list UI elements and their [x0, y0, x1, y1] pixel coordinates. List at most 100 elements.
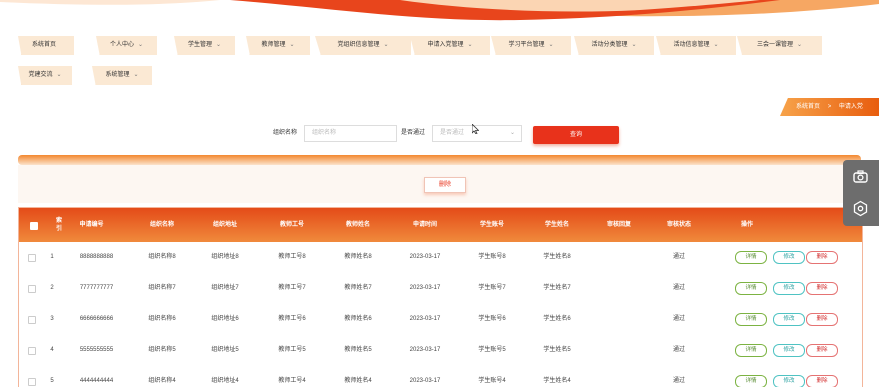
detail-button[interactable]: 详情: [735, 251, 767, 264]
cell-s-no: 学生账号5: [478, 347, 506, 353]
nav-item[interactable]: 系统首页: [18, 36, 74, 55]
nav-item[interactable]: 申请入党管理 ⌄: [410, 36, 490, 55]
data-table: 索 引 申请编号 组织名称 组织地址 教师工号 教师姓名 申请时间 学生账号 学…: [18, 207, 863, 387]
cell-org-name: 组织名称5: [148, 347, 176, 353]
cell-review: [589, 242, 649, 273]
nav-item[interactable]: 教师管理 ⌄: [246, 36, 310, 55]
cell-apply-no: 5555555555: [79, 347, 114, 353]
org-name-label: 组织名称: [273, 130, 298, 136]
delete-button[interactable]: 删除: [806, 344, 838, 357]
cell-s-no: 学生账号6: [478, 316, 506, 322]
nav-item-label: 学习平台管理: [508, 42, 545, 48]
cell-review: [589, 304, 649, 335]
nav-item[interactable]: 系统管理 ⌄: [92, 66, 152, 85]
nav-item-label: 党建交流: [28, 72, 53, 78]
delete-button[interactable]: 删除: [806, 313, 838, 326]
nav-item-label: 三会一课管理: [756, 42, 793, 48]
cell-t-no: 教师工号7: [278, 285, 306, 291]
chevron-down-icon: ⌄: [713, 42, 719, 48]
nav-item[interactable]: 党建交流 ⌄: [18, 66, 72, 85]
nav-item[interactable]: 学习平台管理 ⌄: [491, 36, 571, 55]
location-icon[interactable]: [852, 200, 869, 217]
chevron-down-icon: ⌄: [631, 42, 637, 48]
nav-item-label: 系统管理: [105, 72, 130, 78]
header-apply-no: 申请编号: [79, 222, 104, 228]
cell-s-name: 学生姓名7: [543, 285, 571, 291]
edit-button[interactable]: 修改: [773, 282, 805, 295]
row-checkbox[interactable]: [28, 254, 36, 262]
cell-idx: 3: [50, 316, 54, 322]
header-review: 审核回复: [606, 222, 631, 228]
cell-idx: 4: [50, 347, 54, 353]
nav-item-label: 申请入党管理: [427, 42, 464, 48]
chevron-down-icon: ⌄: [133, 72, 139, 78]
edit-button[interactable]: 修改: [773, 375, 805, 387]
cell-org-name: 组织名称6: [148, 316, 176, 322]
detail-button[interactable]: 详情: [735, 375, 767, 387]
cell-org-name: 组织名称7: [148, 285, 176, 291]
cell-org-name: 组织名称4: [148, 378, 176, 384]
cell-status: 通过: [672, 378, 685, 384]
cell-org-addr: 组织地址5: [211, 347, 239, 353]
nav-item[interactable]: 活动信息管理 ⌄: [656, 36, 736, 55]
cell-date: 2023-03-17: [409, 347, 441, 353]
nav-item[interactable]: 党组织信息管理 ⌄: [315, 36, 411, 55]
breadcrumb-home[interactable]: 系统首页: [796, 104, 820, 110]
delete-button[interactable]: 删除: [806, 251, 838, 264]
cell-date: 2023-03-17: [409, 378, 441, 384]
cell-s-no: 学生账号7: [478, 285, 506, 291]
row-checkbox[interactable]: [28, 285, 36, 293]
pass-label: 是否通过: [401, 130, 426, 136]
row-checkbox[interactable]: [28, 378, 36, 386]
detail-button[interactable]: 详情: [735, 313, 767, 326]
cell-idx: 2: [50, 285, 54, 291]
delete-button[interactable]: 删除: [806, 282, 838, 295]
nav-item[interactable]: 三会一课管理 ⌄: [737, 36, 822, 55]
cell-s-name: 学生姓名4: [543, 378, 571, 384]
edit-button[interactable]: 修改: [773, 344, 805, 357]
search-button[interactable]: 查询: [533, 126, 619, 144]
row-checkbox[interactable]: [28, 316, 36, 324]
cell-org-addr: 组织地址7: [211, 285, 239, 291]
cell-apply-no: 6666666666: [79, 316, 114, 322]
chevron-down-icon: ⌄: [215, 42, 222, 48]
header-decoration: [0, 0, 879, 21]
cell-idx: 1: [50, 254, 54, 260]
row-checkbox[interactable]: [28, 347, 36, 355]
cell-idx: 5: [50, 378, 54, 384]
chevron-down-icon: ⌄: [509, 130, 515, 136]
nav-item[interactable]: 个人中心 ⌄: [96, 36, 157, 55]
org-name-placeholder: 组织名称: [312, 130, 337, 136]
cell-review: [589, 273, 649, 304]
edit-button[interactable]: 修改: [773, 251, 805, 264]
table-row: 4 5555555555 组织名称5 组织地址5 教师工号5 教师姓名5 2023-03-1…: [19, 335, 862, 367]
nav-item[interactable]: 活动分类管理 ⌄: [574, 36, 654, 55]
chevron-down-icon: ⌄: [383, 42, 389, 48]
breadcrumb: 系统首页 > 申请入党: [780, 98, 879, 116]
cell-status: 通过: [672, 254, 685, 260]
edit-button[interactable]: 修改: [773, 313, 805, 326]
header-org-name: 组织名称: [149, 222, 174, 228]
side-toolbar: [843, 160, 879, 226]
camera-icon[interactable]: [852, 168, 869, 185]
batch-delete-button[interactable]: 删除: [424, 177, 466, 193]
cell-org-addr: 组织地址8: [211, 254, 239, 260]
chevron-down-icon: ⌄: [289, 42, 295, 48]
org-name-input[interactable]: 组织名称: [304, 125, 397, 142]
detail-button[interactable]: 详情: [735, 344, 767, 357]
detail-button[interactable]: 详情: [735, 282, 767, 295]
cell-date: 2023-03-17: [409, 285, 441, 291]
cell-t-no: 教师工号4: [278, 378, 306, 384]
delete-button[interactable]: 删除: [806, 375, 838, 387]
cell-t-no: 教师工号8: [278, 254, 306, 260]
nav-item-label: 活动信息管理: [673, 42, 710, 48]
table-header: 索 引 申请编号 组织名称 组织地址 教师工号 教师姓名 申请时间 学生账号 学…: [19, 208, 862, 242]
select-all-checkbox[interactable]: [30, 222, 38, 230]
cell-s-no: 学生账号4: [478, 378, 506, 384]
cell-review: [589, 335, 649, 366]
nav-item[interactable]: 学生管理 ⌄: [174, 36, 235, 55]
cell-t-name: 教师姓名7: [344, 285, 372, 291]
cell-t-no: 教师工号5: [278, 347, 306, 353]
cell-s-no: 学生账号8: [478, 254, 506, 260]
table-row: 1 8888888888 组织名称8 组织地址8 教师工号8 教师姓名8 2023-03-1…: [19, 242, 862, 274]
